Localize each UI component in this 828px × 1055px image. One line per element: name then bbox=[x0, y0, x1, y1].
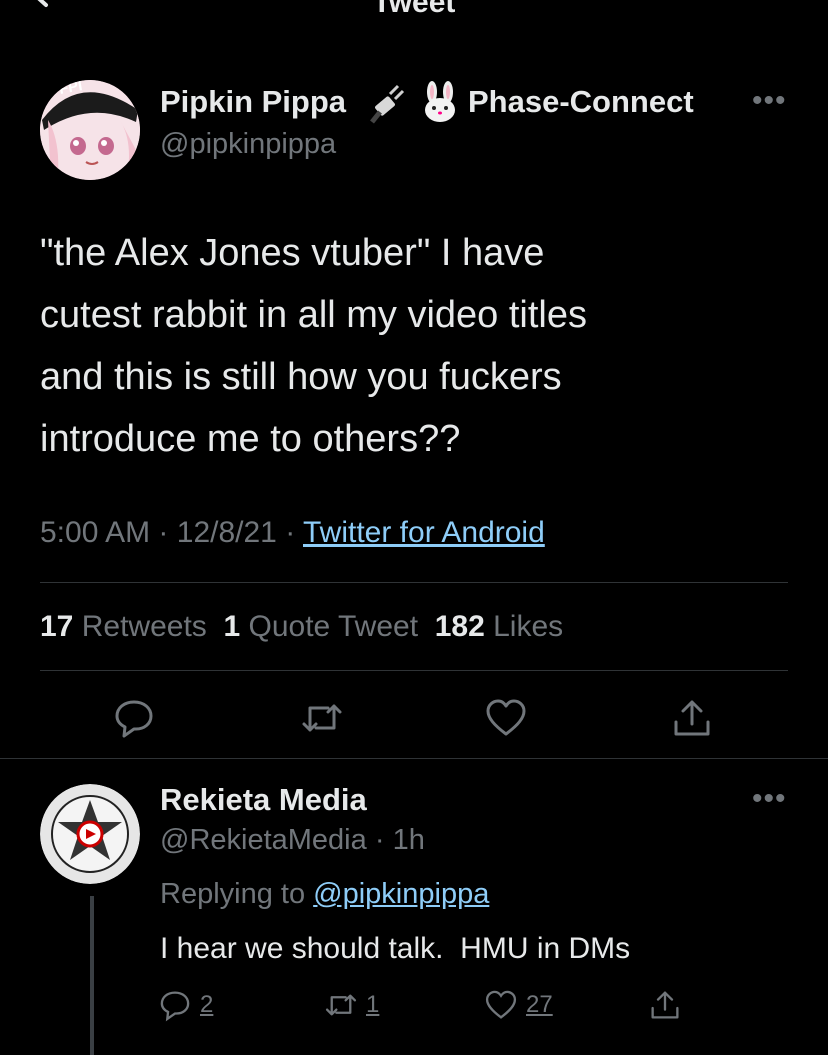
author-avatar[interactable]: FPI bbox=[40, 80, 140, 180]
reply-retweet-button[interactable]: 1 bbox=[324, 985, 379, 1025]
retweets-stat[interactable]: 17 Retweets bbox=[40, 610, 207, 643]
like-count: 27 bbox=[526, 991, 553, 1018]
tweet-text-line: introduce me to others?? bbox=[40, 418, 461, 460]
reply-like-button[interactable]: 27 bbox=[484, 985, 553, 1025]
retweets-count: 17 bbox=[40, 610, 74, 643]
tweet-stats: 17 Retweets 1 Quote Tweet 182 Likes bbox=[40, 610, 563, 644]
tweet-meta: 5:00 AM · 12/8/21 · Twitter for Android bbox=[40, 516, 545, 550]
reply-age: 1h bbox=[392, 824, 425, 856]
reply-reply-button[interactable]: 2 bbox=[158, 985, 213, 1025]
tweet-text-line: cutest rabbit in all my video titles bbox=[40, 294, 588, 336]
likes-stat[interactable]: 182 Likes bbox=[435, 610, 563, 643]
replying-prefix: Replying to bbox=[160, 878, 306, 910]
more-options-icon[interactable]: ••• bbox=[752, 84, 787, 118]
reply-more-options-icon[interactable]: ••• bbox=[752, 782, 787, 816]
retweet-count: 1 bbox=[366, 991, 380, 1018]
tweet-time: 5:00 AM bbox=[40, 516, 151, 549]
reply-icon[interactable] bbox=[112, 696, 156, 740]
reply-handle-row: @RekietaMedia · 1h bbox=[160, 824, 425, 857]
tweet-text-line: "the Alex Jones vtuber" I have bbox=[40, 232, 545, 274]
page-title: Tweet bbox=[372, 0, 456, 19]
quotes-count: 1 bbox=[223, 610, 241, 643]
tweet-text: "the Alex Jones vtuber" I have cutest ra… bbox=[40, 222, 800, 470]
separator: · bbox=[285, 516, 296, 549]
author-name[interactable]: Pipkin Pippa bbox=[160, 84, 346, 120]
divider bbox=[40, 582, 788, 583]
separator: · bbox=[374, 824, 385, 856]
like-icon[interactable] bbox=[484, 696, 528, 740]
author-tags: Phase-Connect bbox=[468, 84, 694, 119]
likes-count: 182 bbox=[434, 610, 485, 643]
quotes-stat[interactable]: 1 Quote Tweet bbox=[223, 610, 418, 643]
reply-handle[interactable]: @RekietaMedia bbox=[160, 824, 367, 856]
heart-icon bbox=[485, 990, 517, 1019]
reply-count: 2 bbox=[200, 991, 214, 1018]
author-handle[interactable]: @pipkinpippa bbox=[160, 128, 336, 161]
plug-icon bbox=[370, 82, 414, 126]
reply-author-avatar[interactable] bbox=[40, 784, 140, 884]
share-icon[interactable] bbox=[670, 696, 714, 740]
replying-to-link[interactable]: @pipkinpippa bbox=[313, 878, 489, 910]
retweets-label: Retweets bbox=[81, 610, 207, 643]
tweet-date: 12/8/21 bbox=[176, 516, 277, 549]
reply-icon bbox=[160, 991, 190, 1022]
reply-share-button[interactable] bbox=[648, 985, 682, 1025]
thread-line bbox=[90, 896, 94, 1055]
reply-author-name[interactable]: Rekieta Media bbox=[160, 782, 367, 818]
tweet-text-line: and this is still how you fuckers bbox=[40, 356, 562, 398]
replying-to-row: Replying to @pipkinpippa bbox=[160, 878, 489, 911]
tweet-source-link[interactable]: Twitter for Android bbox=[303, 516, 545, 549]
retweet-icon[interactable] bbox=[300, 696, 344, 740]
reply-text: I hear we should talk. HMU in DMs bbox=[160, 932, 631, 965]
divider bbox=[0, 758, 828, 759]
rabbit-icon bbox=[418, 80, 462, 124]
separator: · bbox=[158, 516, 169, 549]
share-icon bbox=[651, 991, 679, 1019]
likes-label: Likes bbox=[493, 610, 564, 643]
retweet-icon bbox=[325, 994, 357, 1016]
divider bbox=[40, 670, 788, 671]
quotes-label: Quote Tweet bbox=[248, 610, 419, 643]
